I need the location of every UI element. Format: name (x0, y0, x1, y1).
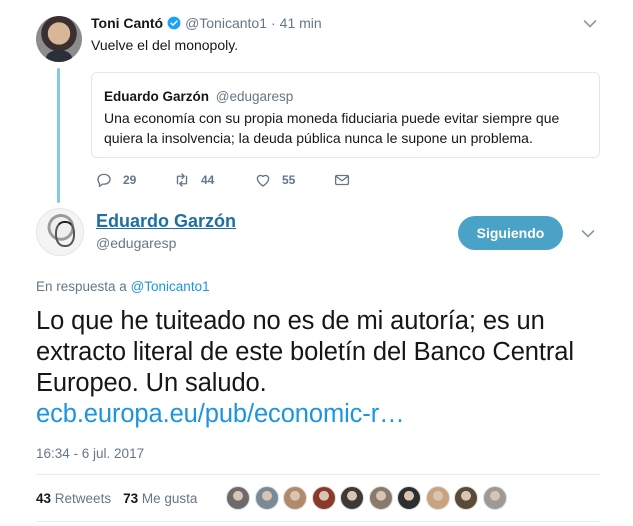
reply-icon (97, 173, 111, 188)
like-count: 55 (282, 173, 296, 187)
retweet-count: 44 (201, 173, 215, 187)
quoted-tweet-header: Eduardo Garzón @edugaresp (104, 89, 293, 104)
liker-avatar[interactable] (368, 486, 393, 510)
retweets-count: 43 (36, 491, 52, 506)
reply-mention-link[interactable]: @Tonicanto1 (131, 279, 210, 294)
retweet-icon (176, 173, 188, 187)
chevron-down-icon[interactable] (581, 229, 595, 239)
tweet-link[interactable]: ecb.europa.eu/pub/economic-r… (36, 399, 616, 430)
quoted-tweet-text: Una economía con su propia moneda fiduci… (104, 110, 560, 146)
engagement-stats: 43 Retweets 73 Me gusta (36, 491, 197, 506)
likes-stat[interactable]: 73 Me gusta (123, 491, 197, 506)
heart-icon (256, 174, 270, 187)
avatar[interactable] (36, 208, 84, 256)
liker-avatar[interactable] (311, 486, 336, 510)
likes-label: Me gusta (141, 491, 198, 506)
reply-button[interactable]: 29 (95, 171, 136, 189)
following-button[interactable]: Siguiendo (458, 216, 563, 250)
retweets-label: Retweets (54, 491, 112, 506)
avatar[interactable] (36, 16, 82, 62)
liker-avatar[interactable] (283, 486, 307, 510)
header-separator: · (271, 15, 276, 31)
liker-avatar[interactable] (254, 486, 279, 510)
retweets-stat[interactable]: 43 Retweets (36, 491, 111, 506)
tweet-timestamp[interactable]: 16:34 - 6 jul. 2017 (36, 446, 144, 461)
quoted-tweet-card[interactable]: Eduardo Garzón @edugaresp Una economía c… (91, 72, 600, 158)
divider (36, 521, 600, 522)
direct-message-button[interactable] (333, 171, 361, 189)
author-handle[interactable]: @Tonicanto1 (185, 15, 267, 31)
liker-avatar[interactable] (340, 486, 364, 510)
retweet-button[interactable]: 44 (173, 171, 214, 189)
tweet-text: Lo que he tuiteado no es de mi autoría; … (36, 306, 616, 430)
parent-tweet[interactable]: Toni Cantó @Tonicanto1 · 41 min Vuelve e… (0, 0, 633, 203)
liker-avatar[interactable] (482, 486, 507, 510)
thread-connector-line (57, 68, 60, 203)
envelope-icon (334, 174, 350, 186)
like-button[interactable]: 55 (254, 171, 295, 189)
tweet-text: Vuelve el del monopoly. (91, 37, 239, 53)
parent-tweet-header: Toni Cantó @Tonicanto1 · 41 min (91, 14, 322, 32)
quoted-author-handle: @edugaresp (215, 89, 294, 104)
liker-avatar[interactable] (397, 486, 421, 510)
liker-avatar[interactable] (454, 486, 478, 510)
liker-avatar[interactable] (226, 486, 250, 510)
liker-avatar[interactable] (425, 486, 450, 510)
quoted-author-name: Eduardo Garzón (104, 89, 210, 104)
author-handle[interactable]: @edugaresp (96, 235, 176, 251)
tweet-body: Lo que he tuiteado no es de mi autoría; … (36, 307, 574, 397)
chevron-down-icon[interactable] (583, 19, 597, 29)
author-name[interactable]: Eduardo Garzón (96, 211, 236, 232)
verified-badge-icon (167, 16, 181, 30)
tweet-time[interactable]: 41 min (280, 15, 322, 31)
liker-avatars (226, 486, 511, 510)
reply-count: 29 (123, 173, 137, 187)
divider (36, 474, 600, 475)
likes-count: 73 (123, 491, 139, 506)
author-name[interactable]: Toni Cantó (91, 15, 163, 31)
reply-context-prefix: En respuesta a (36, 279, 127, 294)
reply-context: En respuesta a @Tonicanto1 (36, 279, 210, 294)
